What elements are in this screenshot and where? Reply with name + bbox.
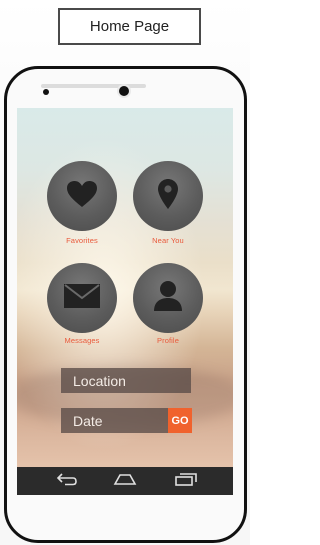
messages-label: Messages [64,336,100,345]
date-field[interactable]: Date [61,408,168,433]
go-button[interactable]: GO [168,408,192,433]
messages-button[interactable] [47,263,117,333]
location-field[interactable]: Location [61,368,191,393]
heart-icon [66,180,98,213]
profile-label: Profile [157,336,179,345]
back-button[interactable] [52,467,82,495]
location-field-label: Location [73,372,126,389]
phone-speaker [41,84,146,88]
favorites-button[interactable] [47,161,117,231]
date-field-label: Date [73,412,103,429]
home-button[interactable] [110,467,140,495]
user-icon [153,280,183,317]
profile-button[interactable] [133,263,203,333]
navigation-bar [17,467,233,495]
phone-sensor [43,89,49,95]
map-pin-icon [157,178,179,215]
camera-icon [119,86,129,96]
near-you-label: Near You [152,236,184,245]
envelope-icon [63,283,101,314]
recent-apps-icon [175,472,197,491]
recent-apps-button[interactable] [171,467,201,495]
near-you-button[interactable] [133,161,203,231]
favorites-label: Favorites [66,236,98,245]
home-icon [113,472,137,490]
page-title: Home Page [58,8,201,45]
back-icon [56,472,78,491]
